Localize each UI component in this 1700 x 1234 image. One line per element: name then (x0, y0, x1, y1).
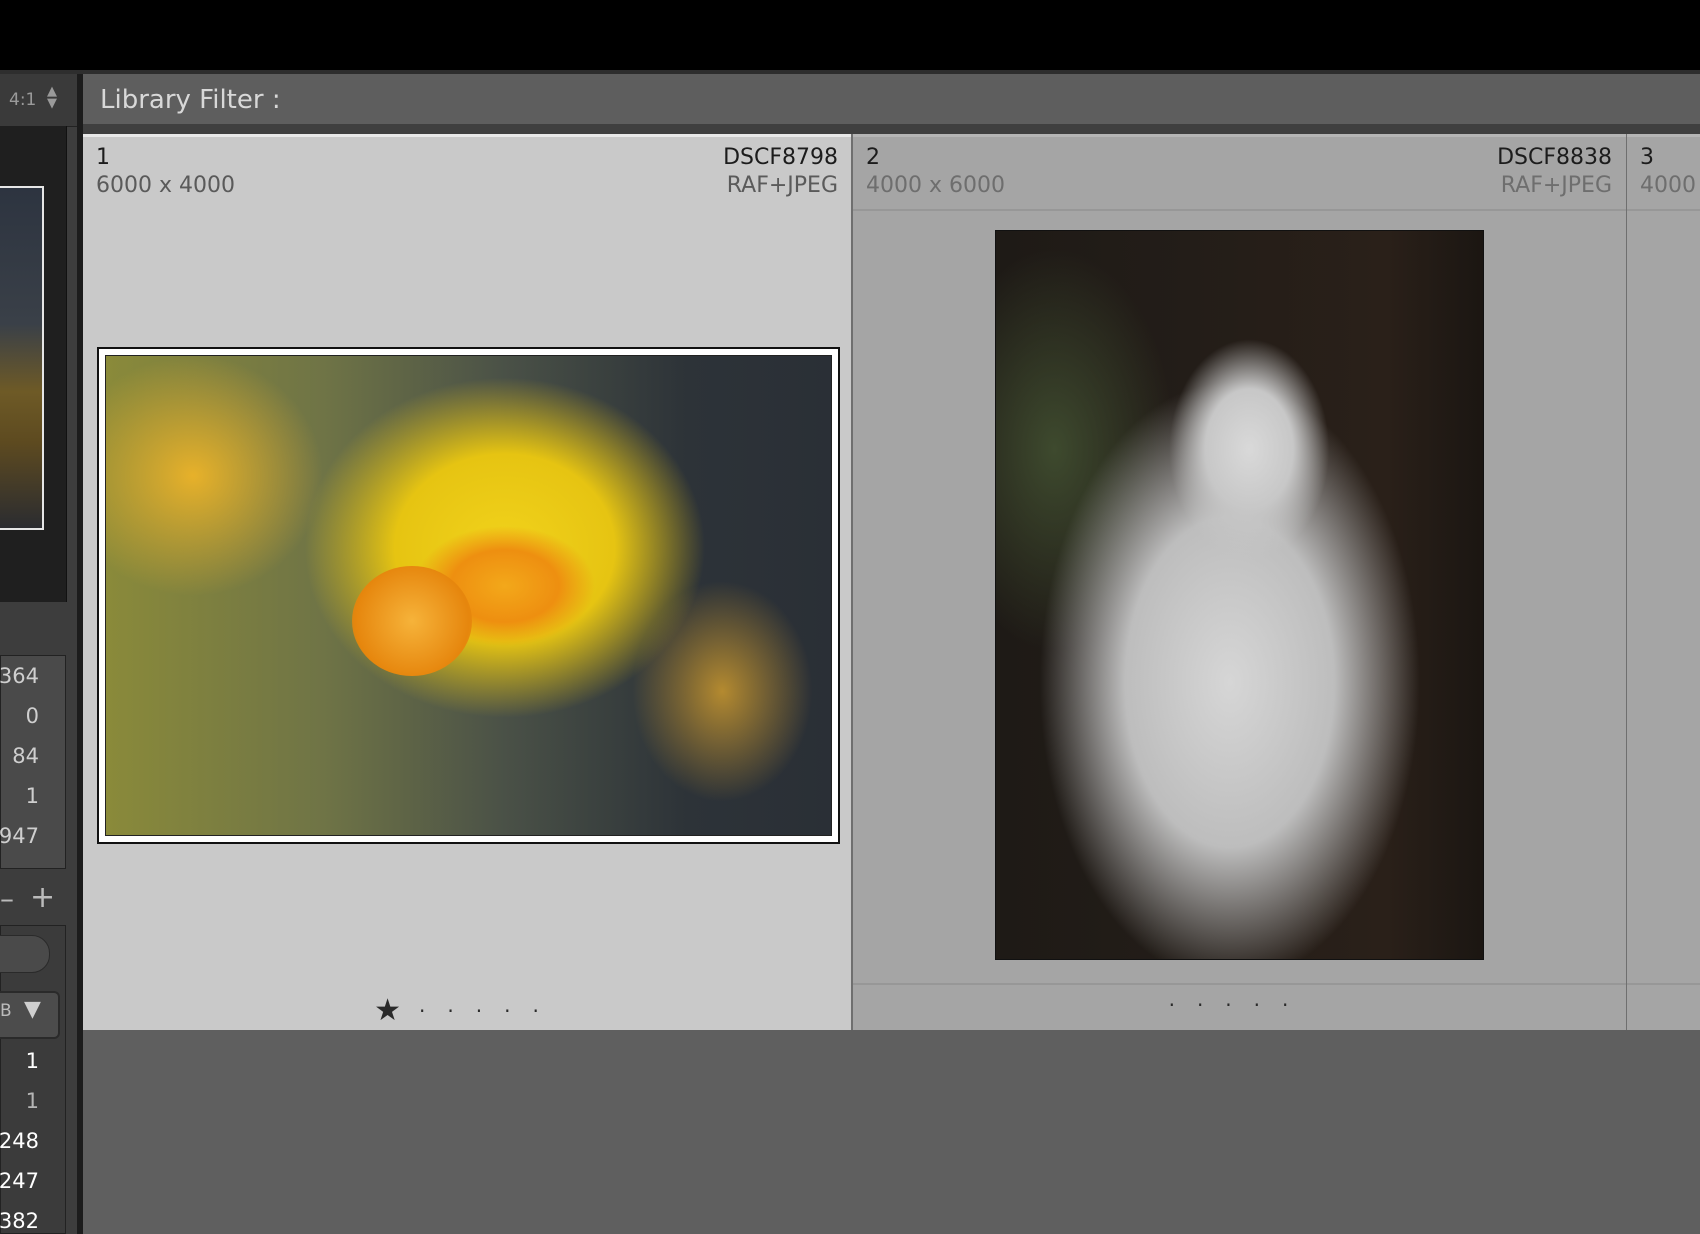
stat-value: 0 (25, 704, 39, 728)
add-collection-icon[interactable]: + (30, 880, 55, 915)
filter-separator (83, 124, 1700, 134)
cell-footer-divider (1627, 983, 1700, 985)
zoom-level-label: 4:1 (9, 90, 37, 110)
grid-cell[interactable]: 2 4000 x 6000 DSCF8838 RAF+JPEG ····· (853, 134, 1626, 1030)
grid-cell[interactable]: 3 4000 (1627, 134, 1700, 1030)
cell-filename: DSCF8838 (1497, 145, 1612, 170)
list-value: 247 (0, 1169, 39, 1193)
catalog-stats-panel: 364 0 84 1 947 (0, 655, 66, 869)
library-filter-bar: Library Filter : (83, 74, 1700, 125)
cell-dimensions: 4000 x 6000 (866, 173, 1005, 198)
zoom-stepper-icon[interactable]: ▲ ▼ (47, 85, 57, 110)
flower-corona (352, 566, 472, 676)
navigator-zoom-control[interactable]: 4:1 ▲ ▼ (0, 74, 77, 127)
thumbnail-frame[interactable] (97, 347, 840, 844)
stat-value: 364 (0, 664, 39, 688)
cell-filetype: RAF+JPEG (1500, 173, 1612, 198)
preset-dropdown[interactable]: B ▼ (0, 991, 60, 1039)
cell-index: 1 (96, 145, 110, 170)
stat-value: 84 (12, 744, 39, 768)
stat-value: 1 (25, 784, 39, 808)
grid-cell[interactable]: 1 6000 x 4000 DSCF8798 RAF+JPEG ★····· (83, 134, 852, 1030)
cell-header-divider (1627, 209, 1700, 211)
cell-footer-divider (853, 983, 1626, 985)
search-field[interactable] (0, 935, 50, 973)
cell-index: 3 (1640, 145, 1654, 170)
star-rating[interactable]: ★····· (83, 993, 852, 1028)
thumbnail-image[interactable] (995, 230, 1484, 960)
cell-dimensions: 4000 (1640, 173, 1696, 198)
cell-index: 2 (866, 145, 880, 170)
star-rating[interactable]: ····· (853, 993, 1626, 1017)
list-value: 248 (0, 1129, 39, 1153)
cell-header-divider (853, 209, 1626, 211)
cell-filename: DSCF8798 (723, 145, 838, 170)
list-value: 1 (25, 1049, 39, 1073)
list-value: 382 (0, 1209, 39, 1233)
preset-label: B (0, 1001, 12, 1021)
remove-collection-icon[interactable]: – (0, 882, 14, 915)
navigator-preview[interactable] (0, 186, 44, 530)
top-title-bar (0, 0, 1700, 70)
list-value: 1 (25, 1089, 39, 1113)
cell-dimensions: 6000 x 4000 (96, 173, 235, 198)
chevron-down-icon: ▼ (24, 997, 41, 1022)
library-filter-label: Library Filter : (100, 85, 281, 115)
cell-filetype: RAF+JPEG (726, 173, 838, 198)
thumbnail-image[interactable] (105, 355, 832, 836)
stat-value: 947 (0, 824, 39, 848)
star-icon[interactable]: ★ (374, 993, 419, 1028)
